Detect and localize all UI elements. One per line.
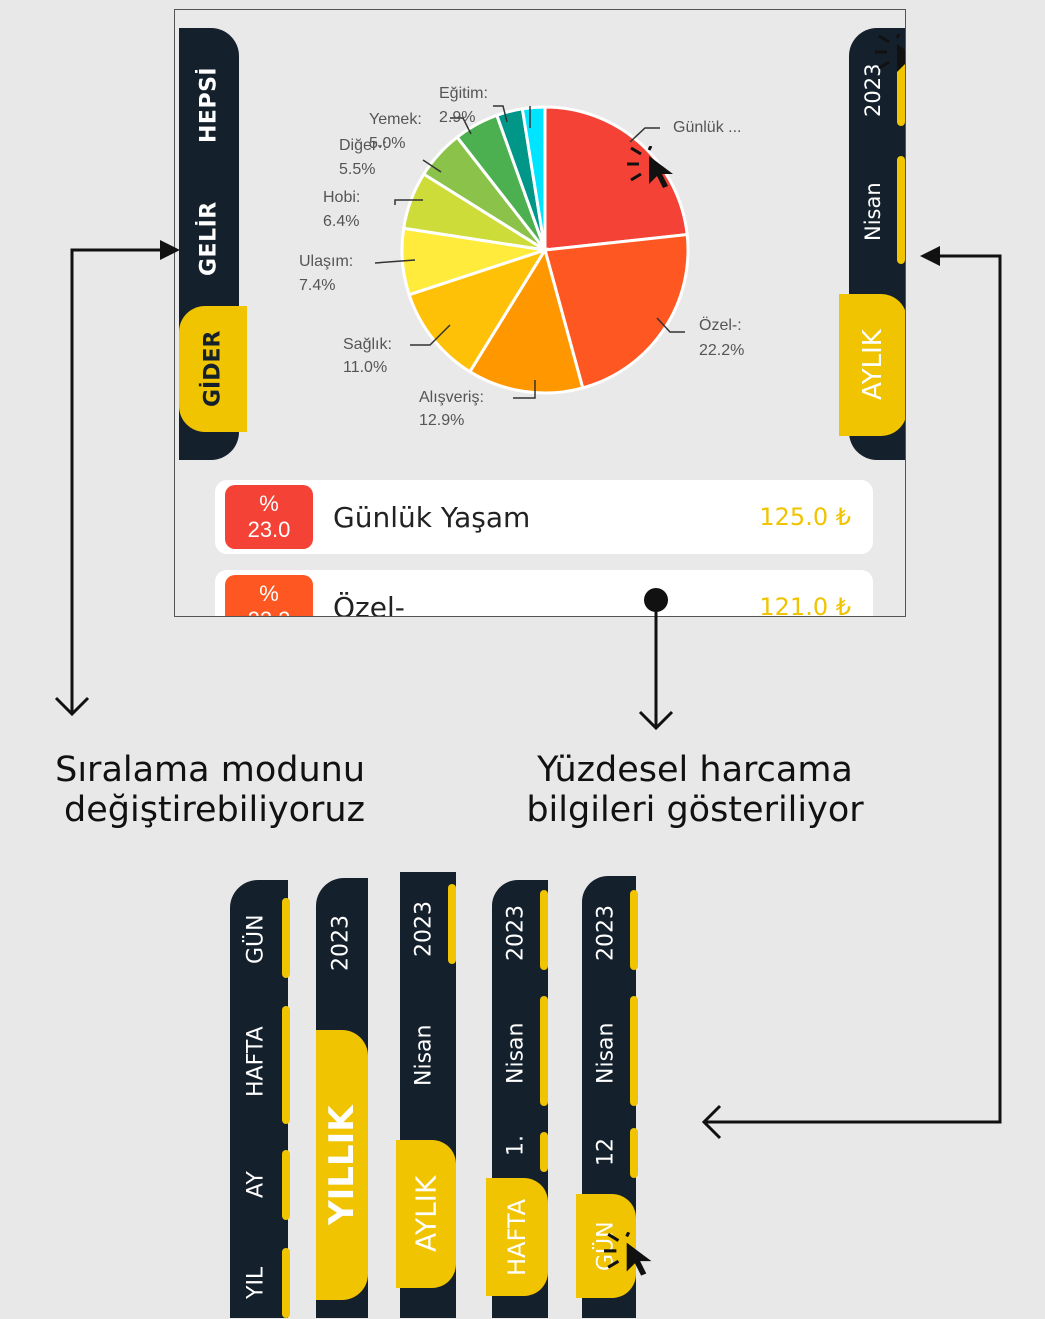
caption-line: Sıralama modunu — [55, 750, 365, 790]
caption-line: değiştirebiliyoruz — [64, 790, 365, 830]
period-mode-label: YILLIK — [322, 1105, 362, 1225]
year-label: 2023 — [411, 901, 437, 957]
period-mode-label: AYLIK — [409, 1175, 443, 1253]
year-selector[interactable]: 2023 — [400, 884, 448, 974]
option-day-label: GÜN — [243, 914, 269, 964]
option-indicator — [282, 1248, 290, 1318]
year-selector[interactable]: 2023 — [316, 898, 366, 988]
month-label: Nisan — [503, 1022, 529, 1084]
year-indicator — [630, 890, 638, 970]
month-indicator — [630, 996, 638, 1106]
caption-line: bilgileri gösteriliyor — [526, 790, 864, 830]
caption-sort-mode: Sıralama modunu değiştirebiliyoruz — [10, 750, 365, 830]
day-label: 12 — [593, 1138, 619, 1166]
option-year-label: YIL — [243, 1266, 269, 1300]
year-indicator — [448, 884, 456, 964]
day-selector[interactable]: 12 — [582, 1126, 630, 1178]
year-label: 2023 — [593, 905, 619, 961]
month-selector[interactable]: Nisan — [492, 1000, 540, 1106]
option-month-label: AY — [243, 1171, 269, 1199]
year-label: 2023 — [503, 905, 529, 961]
week-indicator — [540, 1132, 548, 1172]
click-cursor-icon — [604, 1232, 652, 1276]
option-indicator — [282, 1150, 290, 1220]
week-selector[interactable]: 1. — [492, 1126, 540, 1166]
year-indicator — [540, 890, 548, 970]
option-indicator — [282, 1006, 290, 1124]
month-selector[interactable]: Nisan — [582, 1000, 630, 1106]
caption-line: Yüzdesel harcama — [537, 750, 853, 790]
month-indicator — [540, 996, 548, 1106]
year-selector[interactable]: 2023 — [582, 890, 630, 976]
week-label: 1. — [503, 1135, 529, 1157]
option-week[interactable]: HAFTA — [230, 1000, 282, 1124]
period-mode-button[interactable]: AYLIK — [396, 1140, 456, 1288]
option-month[interactable]: AY — [230, 1150, 282, 1220]
period-mode-button[interactable]: HAFTA — [486, 1178, 548, 1296]
option-year[interactable]: YIL — [230, 1248, 282, 1318]
day-indicator — [630, 1128, 638, 1178]
month-label: Nisan — [411, 1024, 437, 1086]
month-selector[interactable]: Nisan — [400, 1000, 448, 1110]
period-mode-label: HAFTA — [503, 1198, 531, 1276]
year-selector[interactable]: 2023 — [492, 890, 540, 976]
month-label: Nisan — [593, 1022, 619, 1084]
option-week-label: HAFTA — [243, 1026, 269, 1098]
option-indicator — [282, 898, 290, 978]
year-label: 2023 — [328, 915, 354, 971]
caption-percent-info: Yüzdesel harcama bilgileri gösteriliyor — [500, 750, 890, 830]
option-day[interactable]: GÜN — [230, 896, 282, 982]
period-mode-button[interactable]: YILLIK — [316, 1030, 368, 1300]
